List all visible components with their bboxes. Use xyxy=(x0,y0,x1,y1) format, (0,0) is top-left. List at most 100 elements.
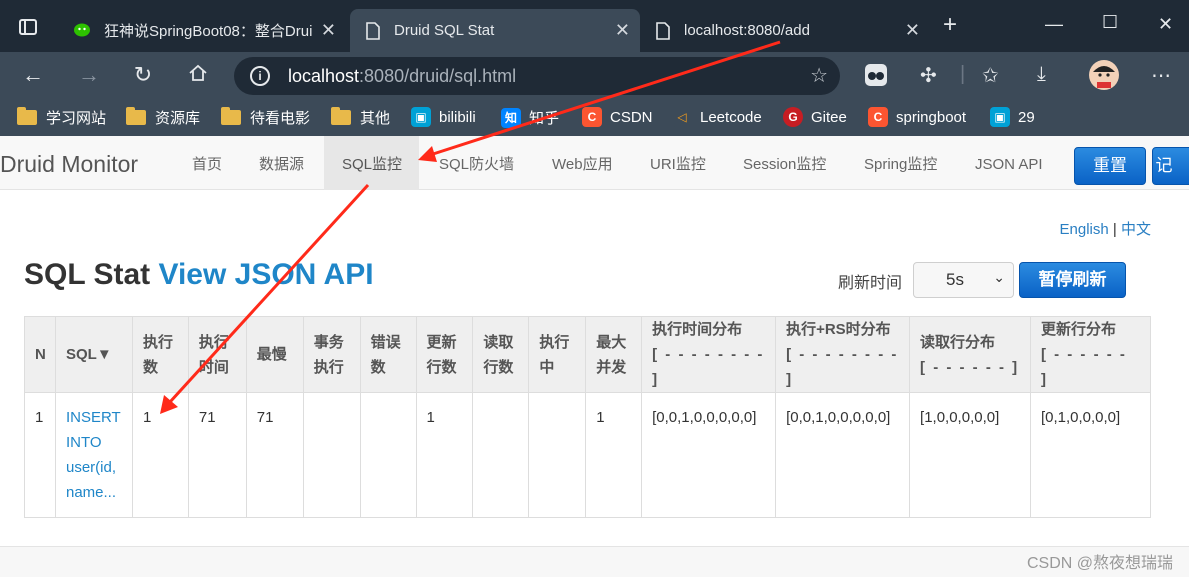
cell-update-row-dist: [0,1,0,0,0,0] xyxy=(1029,392,1151,518)
nav-spring-monitor[interactable]: Spring监控 xyxy=(864,136,937,190)
bookmark-folder[interactable]: 资源库 xyxy=(126,107,200,128)
cell-slowest: 71 xyxy=(245,392,304,518)
folder-icon xyxy=(221,107,241,125)
druid-navbar: Druid Monitor 首页 数据源 SQL监控 SQL防火墙 Web应用 … xyxy=(0,136,1189,190)
col-max-concurrent[interactable]: 最大 并发 xyxy=(585,316,642,393)
brand-title[interactable]: Druid Monitor xyxy=(0,151,138,178)
cell-updated-rows: 1 xyxy=(415,392,473,518)
col-sql[interactable]: SQL▼ xyxy=(54,316,133,393)
cell-exec-time-dist: [0,0,1,0,0,0,0,0] xyxy=(641,392,776,518)
leetcode-icon: ◁ xyxy=(672,107,692,127)
refresh-interval-select[interactable]: 5s ⌄ xyxy=(913,262,1014,298)
bookmark-leetcode[interactable]: ◁ Leetcode xyxy=(672,107,762,127)
log-button[interactable]: 记 xyxy=(1152,147,1189,185)
refresh-label: 刷新时间 xyxy=(838,275,903,292)
view-json-api-link[interactable]: View JSON API xyxy=(158,258,373,291)
nav-sql-monitor[interactable]: SQL监控 xyxy=(324,136,419,190)
tab-localhost-add[interactable]: localhost:8080/add ✕ xyxy=(640,9,930,52)
close-icon[interactable]: ✕ xyxy=(615,20,630,41)
favorites-icon[interactable]: ✩ xyxy=(982,63,999,88)
col-slowest[interactable]: 最慢 xyxy=(245,316,304,393)
tab-springboot-article[interactable]: 狂神说SpringBoot08：整合Drui ✕ xyxy=(60,9,346,52)
bookmark-folder[interactable]: 学习网站 xyxy=(17,107,106,128)
forward-button[interactable]: → xyxy=(75,62,103,88)
page-icon xyxy=(364,21,382,40)
bookmark-csdn[interactable]: C CSDN xyxy=(582,107,653,127)
col-tx-exec[interactable]: 事务 执行 xyxy=(302,316,361,393)
add-favorite-icon[interactable]: ☆ xyxy=(810,63,828,88)
page-footer xyxy=(0,546,1189,577)
cell-exec-rs-dist: [0,0,1,0,0,0,0,0] xyxy=(775,392,910,518)
info-icon[interactable]: i xyxy=(250,66,270,86)
nav-uri-monitor[interactable]: URI监控 xyxy=(650,136,706,190)
home-button[interactable] xyxy=(184,63,212,89)
download-icon[interactable]: ⤓ xyxy=(1037,63,1046,86)
tab-bar: 狂神说SpringBoot08：整合Drui ✕ Druid SQL Stat … xyxy=(0,0,1189,52)
cell-running xyxy=(528,392,586,518)
gitee-icon: G xyxy=(783,107,803,127)
bookmark-folder[interactable]: 其他 xyxy=(331,107,390,128)
puzzle-icon[interactable]: ✣ xyxy=(920,63,937,88)
cell-exec-time: 71 xyxy=(187,392,247,518)
maximize-button[interactable]: ☐ xyxy=(1102,12,1118,33)
col-read-rows[interactable]: 读取 行数 xyxy=(472,316,529,393)
close-icon[interactable]: ✕ xyxy=(905,20,920,41)
bilibili-icon: ▣ xyxy=(990,107,1010,127)
url-field[interactable]: i localhost:8080/druid/sql.html ☆ xyxy=(234,57,840,95)
col-running[interactable]: 执行中 xyxy=(528,316,586,393)
col-exec-time-dist: 执行时间分布[ - - - - - - - - ] xyxy=(641,316,776,393)
more-menu-icon[interactable]: ⋯ xyxy=(1151,63,1171,88)
page-title: SQL Stat View JSON API xyxy=(24,258,374,292)
col-exec-rs-dist: 执行+RS时分布[ - - - - - - - - ] xyxy=(775,316,910,393)
col-exec-count[interactable]: 执行数 xyxy=(131,316,189,393)
reload-button[interactable]: ↻ xyxy=(129,62,157,88)
pause-refresh-button[interactable]: 暂停刷新 xyxy=(1019,262,1126,298)
bookmark-bilibili[interactable]: ▣ bilibili xyxy=(411,107,476,127)
tab-label: localhost:8080/add xyxy=(684,22,810,39)
csdn-icon: C xyxy=(582,107,602,127)
avatar[interactable] xyxy=(1089,60,1119,96)
table-row: 1 INSERT INTO user(id, name... 1 71 71 1 1 … xyxy=(24,392,1151,518)
cell-read-rows xyxy=(472,392,529,518)
bookmark-folder[interactable]: 待看电影 xyxy=(221,107,310,128)
refresh-interval-value: 5s xyxy=(946,270,964,289)
back-button[interactable]: ← xyxy=(19,62,47,88)
col-exec-time[interactable]: 执行 时间 xyxy=(187,316,247,393)
minimize-button[interactable]: — xyxy=(1045,14,1063,35)
csdn-icon: C xyxy=(868,107,888,127)
nav-home[interactable]: 首页 xyxy=(192,136,222,190)
sql-stat-table: N SQL▼ 执行数 执行 时间 最慢 事务 执行 错误数 更新 行数 读取 行数 执行… xyxy=(24,316,1151,518)
lang-english-link[interactable]: English xyxy=(1060,221,1109,238)
tab-druid-sql-stat[interactable]: Druid SQL Stat ✕ xyxy=(350,9,640,52)
cell-max-concurrent: 1 xyxy=(585,392,642,518)
nav-sql-firewall[interactable]: SQL防火墙 xyxy=(439,136,514,190)
col-updated-rows[interactable]: 更新 行数 xyxy=(415,316,473,393)
lang-separator: | xyxy=(1112,221,1117,238)
bookmark-gitee[interactable]: G Gitee xyxy=(783,107,847,127)
chevron-down-icon: ⌄ xyxy=(993,269,1005,285)
tab-label: 狂神说SpringBoot08：整合Drui xyxy=(104,23,313,40)
bookmark-springboot[interactable]: Cspringboot xyxy=(868,107,966,127)
window-close-button[interactable]: ✕ xyxy=(1158,14,1173,35)
col-n[interactable]: N xyxy=(24,316,56,393)
sql-detail-link[interactable]: INSERT INTO user(id, name... xyxy=(66,409,121,501)
nav-session-monitor[interactable]: Session监控 xyxy=(743,136,826,190)
close-icon[interactable]: ✕ xyxy=(321,20,336,41)
nav-json-api[interactable]: JSON API xyxy=(975,136,1043,190)
table-header-row: N SQL▼ 执行数 执行 时间 最慢 事务 执行 错误数 更新 行数 读取 行数 执行… xyxy=(24,316,1151,393)
col-errors[interactable]: 错误数 xyxy=(359,316,416,393)
col-update-row-dist: 更新行分布[ - - - - - - ] xyxy=(1029,316,1151,393)
folder-icon xyxy=(17,107,37,125)
address-bar: ← → ↻ i localhost:8080/druid/sql.html ☆ … xyxy=(0,52,1189,99)
reset-button[interactable]: 重置 xyxy=(1074,147,1146,185)
tab-actions-icon[interactable] xyxy=(18,17,38,43)
new-tab-button[interactable]: + xyxy=(943,11,957,39)
bookmark-zhihu[interactable]: 知知乎 xyxy=(501,107,559,128)
nav-web-app[interactable]: Web应用 xyxy=(552,136,613,190)
url-text: localhost:8080/druid/sql.html xyxy=(288,66,517,86)
nav-datasource[interactable]: 数据源 xyxy=(259,136,304,190)
extension-icon[interactable] xyxy=(864,63,888,93)
lang-chinese-link[interactable]: 中文 xyxy=(1121,221,1151,238)
bookmark-29[interactable]: ▣ 29 xyxy=(990,107,1035,127)
separator-icon: | xyxy=(960,63,966,85)
